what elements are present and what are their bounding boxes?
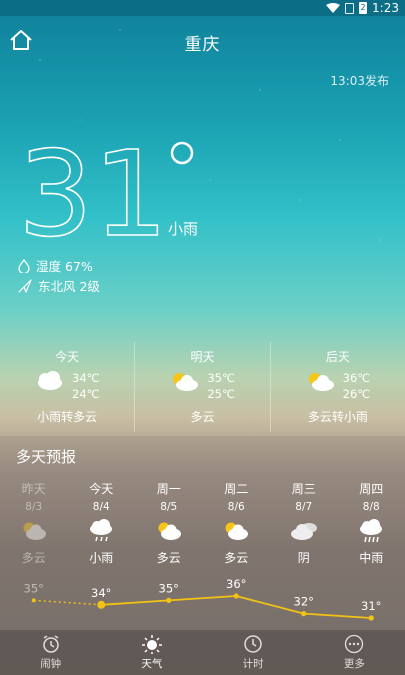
- forecast-day-3[interactable]: 周二 8/6 多云: [203, 480, 271, 566]
- curve-point: [368, 615, 374, 621]
- sim-icon: [345, 2, 355, 14]
- forecast-date: 8/3: [25, 501, 43, 513]
- forecast-day-name: 周一: [156, 482, 181, 496]
- humidity-text: 湿度 67%: [36, 259, 93, 274]
- curve-point: [166, 597, 172, 603]
- nav-more[interactable]: 更多: [304, 630, 405, 675]
- forecast-date: 8/4: [92, 501, 110, 513]
- curve-line: [101, 595, 372, 619]
- nav-weather[interactable]: 天气: [101, 630, 202, 675]
- curve-point: [301, 611, 307, 617]
- battery-level: 2: [360, 3, 366, 12]
- partly-cloudy-icon: [0, 517, 68, 545]
- forecast-condition: 小雨: [89, 551, 114, 565]
- svg-text:31: 31: [18, 135, 168, 245]
- overcast-icon: [270, 517, 338, 545]
- multi-day-title: 多天预报: [16, 448, 77, 466]
- forecast-day-2[interactable]: 周一 8/5 多云: [135, 480, 203, 566]
- forecast-day-name: 周四: [359, 482, 384, 496]
- wind-row: 东北风 2级: [18, 276, 100, 295]
- nav-timer[interactable]: 计时: [203, 630, 304, 675]
- day-name: 后天: [325, 350, 350, 364]
- high-temp: 36℃: [342, 371, 371, 385]
- more-icon: [345, 634, 364, 654]
- forecast-day-name: 今天: [89, 482, 114, 496]
- curve-temp-label: 34°: [91, 586, 111, 600]
- forecast-day-4[interactable]: 周三 8/7 阴: [270, 480, 338, 566]
- forecast-day-1[interactable]: 今天 8/4 小雨: [68, 480, 136, 566]
- forecast-condition: 多云: [224, 551, 249, 565]
- forecast-day-name: 周三: [291, 482, 316, 496]
- wind-text: 东北风 2级: [38, 279, 100, 294]
- nav-label: 闹钟: [40, 658, 62, 670]
- forecast-condition: 阴: [297, 551, 310, 565]
- current-condition: 小雨: [168, 220, 199, 238]
- bottom-nav: 闹钟 天气 计时 更多: [0, 630, 405, 675]
- curve-point: [97, 600, 106, 609]
- day-desc: 多云: [190, 410, 215, 424]
- forecast-condition: 多云: [21, 551, 46, 565]
- humidity-row: 湿度 67%: [18, 256, 93, 275]
- low-temp: 25℃: [207, 387, 235, 401]
- partly-cloudy-icon: [308, 373, 334, 391]
- droplet-icon: [18, 258, 30, 273]
- status-bar: 2 1:23: [0, 0, 405, 16]
- nav-label: 计时: [242, 658, 264, 670]
- forecast-columns: 昨天 8/3 多云 今天 8/4 小雨 周一 8/5 多云 周二 8/6 多云 周三 8/7 阴 周四 8/8 中…: [0, 480, 405, 566]
- rain-icon: [68, 517, 136, 545]
- temperature-curve: 35° 34° 35° 36° 32° 31°: [24, 577, 381, 621]
- day-summary-today[interactable]: 今天 34℃ 24℃ 小雨转多云: [0, 342, 134, 432]
- forecast-day-name: 昨天: [21, 482, 46, 496]
- nav-alarm[interactable]: 闹钟: [0, 630, 101, 675]
- timer-icon: [244, 635, 262, 653]
- forecast-date: 8/7: [295, 501, 313, 513]
- partly-cloudy-icon: [203, 517, 271, 545]
- forecast-date: 8/8: [362, 501, 380, 513]
- day-summary-tomorrow[interactable]: 明天 35℃ 25℃ 多云: [134, 342, 269, 432]
- day-name: 今天: [55, 350, 80, 364]
- cloud-rain-sun-icon: [38, 371, 62, 390]
- low-temp: 26℃: [342, 387, 371, 401]
- status-time: 1:23: [372, 1, 399, 15]
- publish-time: 13:03发布: [330, 74, 389, 88]
- forecast-day-0[interactable]: 昨天 8/3 多云: [0, 480, 68, 566]
- day-temps: 36℃ 26℃: [343, 370, 371, 402]
- forecast-condition: 中雨: [359, 551, 384, 565]
- low-temp: 24℃: [72, 387, 100, 401]
- alarm-clock-icon: [42, 635, 59, 653]
- curve-temp-label: 36°: [226, 577, 246, 591]
- curve-point: [31, 598, 36, 603]
- day-desc: 小雨转多云: [37, 410, 98, 424]
- nav-label: 更多: [343, 658, 365, 670]
- forecast-date: 8/6: [227, 501, 245, 513]
- curve-temp-label: 32°: [294, 595, 314, 609]
- day-summary-after-tomorrow[interactable]: 后天 36℃ 26℃ 多云转小雨: [269, 342, 405, 432]
- day-name: 明天: [190, 350, 215, 364]
- forecast-day-5[interactable]: 周四 8/8 中雨: [338, 480, 405, 566]
- rain-heavy-icon: [338, 517, 405, 545]
- day-temps: 34℃ 24℃: [72, 370, 100, 402]
- partly-cloudy-icon: [173, 373, 199, 391]
- wind-arrow-icon: [18, 278, 32, 293]
- forecast-condition: 多云: [156, 551, 181, 565]
- curve-past-segment: [33, 599, 102, 606]
- nav-label: 天气: [141, 658, 163, 670]
- battery-icon: 2: [359, 2, 368, 14]
- curve-point: [233, 593, 239, 599]
- forecast-date: 8/5: [160, 501, 178, 513]
- partly-cloudy-icon: [135, 517, 203, 545]
- forecast-day-name: 周二: [224, 482, 249, 496]
- city-title[interactable]: 重庆: [0, 30, 405, 55]
- wifi-icon: [326, 3, 341, 13]
- high-temp: 35℃: [207, 371, 235, 385]
- three-day-summary: 今天 34℃ 24℃ 小雨转多云 明天 35℃ 25℃ 多云 后天 36℃ 26…: [0, 342, 405, 432]
- high-temp: 34℃: [72, 371, 100, 385]
- sun-icon: [141, 635, 162, 654]
- day-temps: 35℃ 25℃: [207, 370, 235, 402]
- day-desc: 多云转小雨: [307, 410, 368, 424]
- curve-temp-label: 31°: [361, 599, 381, 613]
- curve-temp-label: 35°: [24, 581, 44, 595]
- curve-temp-label: 35°: [159, 581, 179, 595]
